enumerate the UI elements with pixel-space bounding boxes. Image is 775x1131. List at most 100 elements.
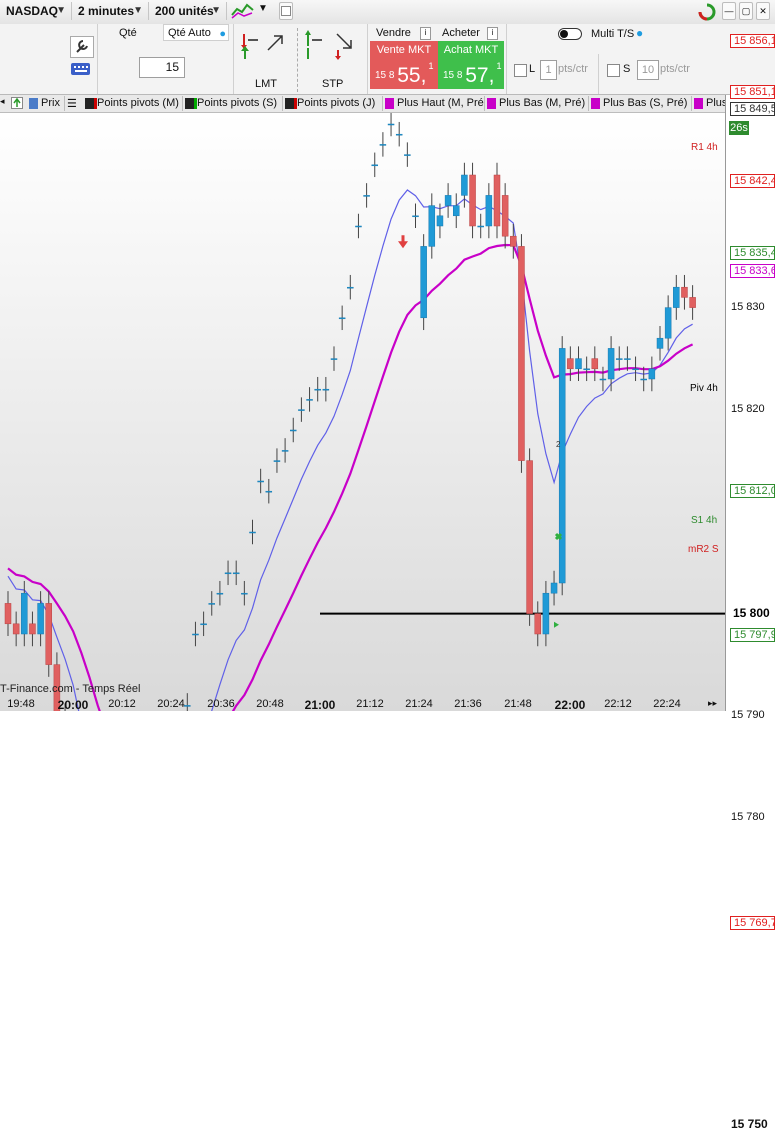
- keyboard-icon[interactable]: [70, 60, 92, 78]
- sell-header: Vendre: [376, 27, 411, 39]
- candle-body: [461, 174, 468, 196]
- window-toggle-icon[interactable]: [279, 2, 293, 20]
- list-icon[interactable]: ☰: [67, 97, 77, 110]
- timeframe-dropdown[interactable]: 2 minutes ▼: [72, 2, 149, 20]
- candle-body: [184, 705, 191, 707]
- quantity-units-dropdown[interactable]: 200 unités ▼: [149, 2, 227, 20]
- wrench-icon[interactable]: [70, 36, 94, 58]
- candle-body: [200, 623, 207, 626]
- price-tick-label: 15 780: [731, 810, 765, 823]
- candle-body: [290, 429, 297, 432]
- short-label: S: [623, 63, 631, 75]
- candle-body: [518, 246, 525, 461]
- candle-body: [485, 195, 493, 227]
- price-chart[interactable]: [0, 113, 725, 711]
- s1-level-label: S1 4h: [691, 515, 718, 526]
- candle-body: [338, 317, 346, 320]
- auto-quantity-toggle[interactable]: Qté Auto ●: [163, 24, 229, 41]
- long-points-input[interactable]: 1: [540, 60, 557, 80]
- add-indicator-icon[interactable]: [11, 97, 23, 109]
- buy-price: 15 8 57, 1: [443, 61, 502, 87]
- candle-body: [558, 348, 566, 584]
- quantity-input[interactable]: 15: [139, 57, 185, 78]
- candle-body: [298, 409, 305, 411]
- instrument-label: NASDAQ: [6, 4, 59, 18]
- indicator-tab[interactable]: Plus Bas (M, Pré): [485, 96, 589, 111]
- buy-market-button[interactable]: Achat MKT 15 8 57, 1: [438, 41, 504, 89]
- candle-body: [387, 123, 395, 126]
- time-tick-label: 21:36: [454, 698, 482, 710]
- indicator-swatch: [285, 98, 297, 109]
- sell-button-label: Vente MKT: [376, 44, 432, 56]
- candle-body: [273, 460, 281, 462]
- green-arrow-up-icon: [240, 46, 250, 60]
- countdown-badge: 26s: [729, 121, 749, 135]
- candle-body: [599, 378, 607, 381]
- candle-body: [322, 388, 330, 391]
- sell-market-button[interactable]: Vente MKT 15 8 55, 1: [370, 41, 438, 89]
- candle-body: [224, 572, 232, 575]
- candle-body: [404, 154, 411, 156]
- refresh-icon[interactable]: [697, 2, 717, 22]
- candle-body: [453, 205, 460, 217]
- candle-body: [640, 378, 647, 381]
- maximize-icon[interactable]: ▢: [739, 2, 753, 20]
- candle-body: [510, 235, 517, 247]
- long-checkbox[interactable]: [514, 64, 527, 77]
- short-points-input[interactable]: 10: [637, 60, 659, 80]
- indicator-swatch: [29, 98, 38, 109]
- indicator-tab[interactable]: Prix: [27, 96, 65, 111]
- chevron-down-icon[interactable]: ▼: [258, 3, 268, 14]
- candle-body: [526, 460, 533, 614]
- candle-body: [501, 195, 509, 237]
- time-tick-label: 20:00: [57, 698, 89, 712]
- candle-body: [249, 531, 256, 534]
- candle-body: [265, 490, 273, 493]
- close-icon[interactable]: ✕: [756, 2, 770, 20]
- price-tick-label: 15 830: [731, 300, 765, 313]
- candle-body: [469, 174, 476, 227]
- price-tag: 15 797,9: [730, 628, 775, 643]
- chart-type-icon[interactable]: [229, 1, 257, 21]
- candle-body: [192, 633, 199, 636]
- indicator-tab[interactable]: Plus Haut (M, Pré): [383, 96, 485, 111]
- candle-body: [567, 358, 574, 370]
- info-icon[interactable]: i: [487, 27, 498, 40]
- candle-body: [689, 297, 696, 308]
- multi-ts-label: Multi T/S: [591, 28, 635, 40]
- candle-body: [607, 348, 615, 380]
- indicator-tab[interactable]: Points pivots (M): [83, 96, 183, 111]
- candle-body: [681, 286, 688, 298]
- candle-body: [379, 144, 387, 146]
- price-tick-label: 15 790: [731, 708, 765, 721]
- candle-body: [624, 358, 631, 360]
- info-icon[interactable]: i: [420, 27, 431, 40]
- quantity-units-label: 200 unités: [155, 4, 214, 18]
- candle-body: [395, 133, 403, 136]
- indicator-tab[interactable]: Plus Bas (S, Pré): [589, 96, 692, 111]
- chevron-down-icon: ▼: [56, 5, 66, 16]
- candle: [526, 448, 533, 626]
- candle-body: [664, 307, 672, 339]
- multi-ts-toggle[interactable]: [558, 28, 582, 40]
- short-unit-label: pts/ctr: [660, 63, 690, 75]
- scroll-right-icon[interactable]: ▸▸: [708, 698, 722, 709]
- time-tick-label: 20:36: [207, 698, 235, 710]
- candle-body: [616, 358, 623, 360]
- candle-body: [347, 286, 354, 289]
- order-panel: Qté Qté Auto ● 15 LMT STP Vendre Acheter…: [0, 24, 775, 95]
- candle-body: [583, 368, 590, 371]
- stop-order-icons[interactable]: [302, 30, 357, 60]
- indicator-tab[interactable]: Points pivots (J): [283, 96, 383, 111]
- mr2-level-label: mR2 S: [688, 544, 719, 555]
- time-tick-label: 21:24: [405, 698, 433, 710]
- buy-header: Acheter: [442, 27, 480, 39]
- instrument-dropdown[interactable]: NASDAQ ▼: [0, 2, 72, 20]
- short-checkbox[interactable]: [607, 64, 620, 77]
- candle: [420, 234, 427, 331]
- candle-body: [363, 195, 370, 197]
- price-tag: 15 769,7: [730, 915, 775, 930]
- buy-cross-icon: [554, 532, 563, 541]
- minimize-icon[interactable]: —: [722, 2, 736, 20]
- indicator-tab[interactable]: Points pivots (S): [183, 96, 283, 111]
